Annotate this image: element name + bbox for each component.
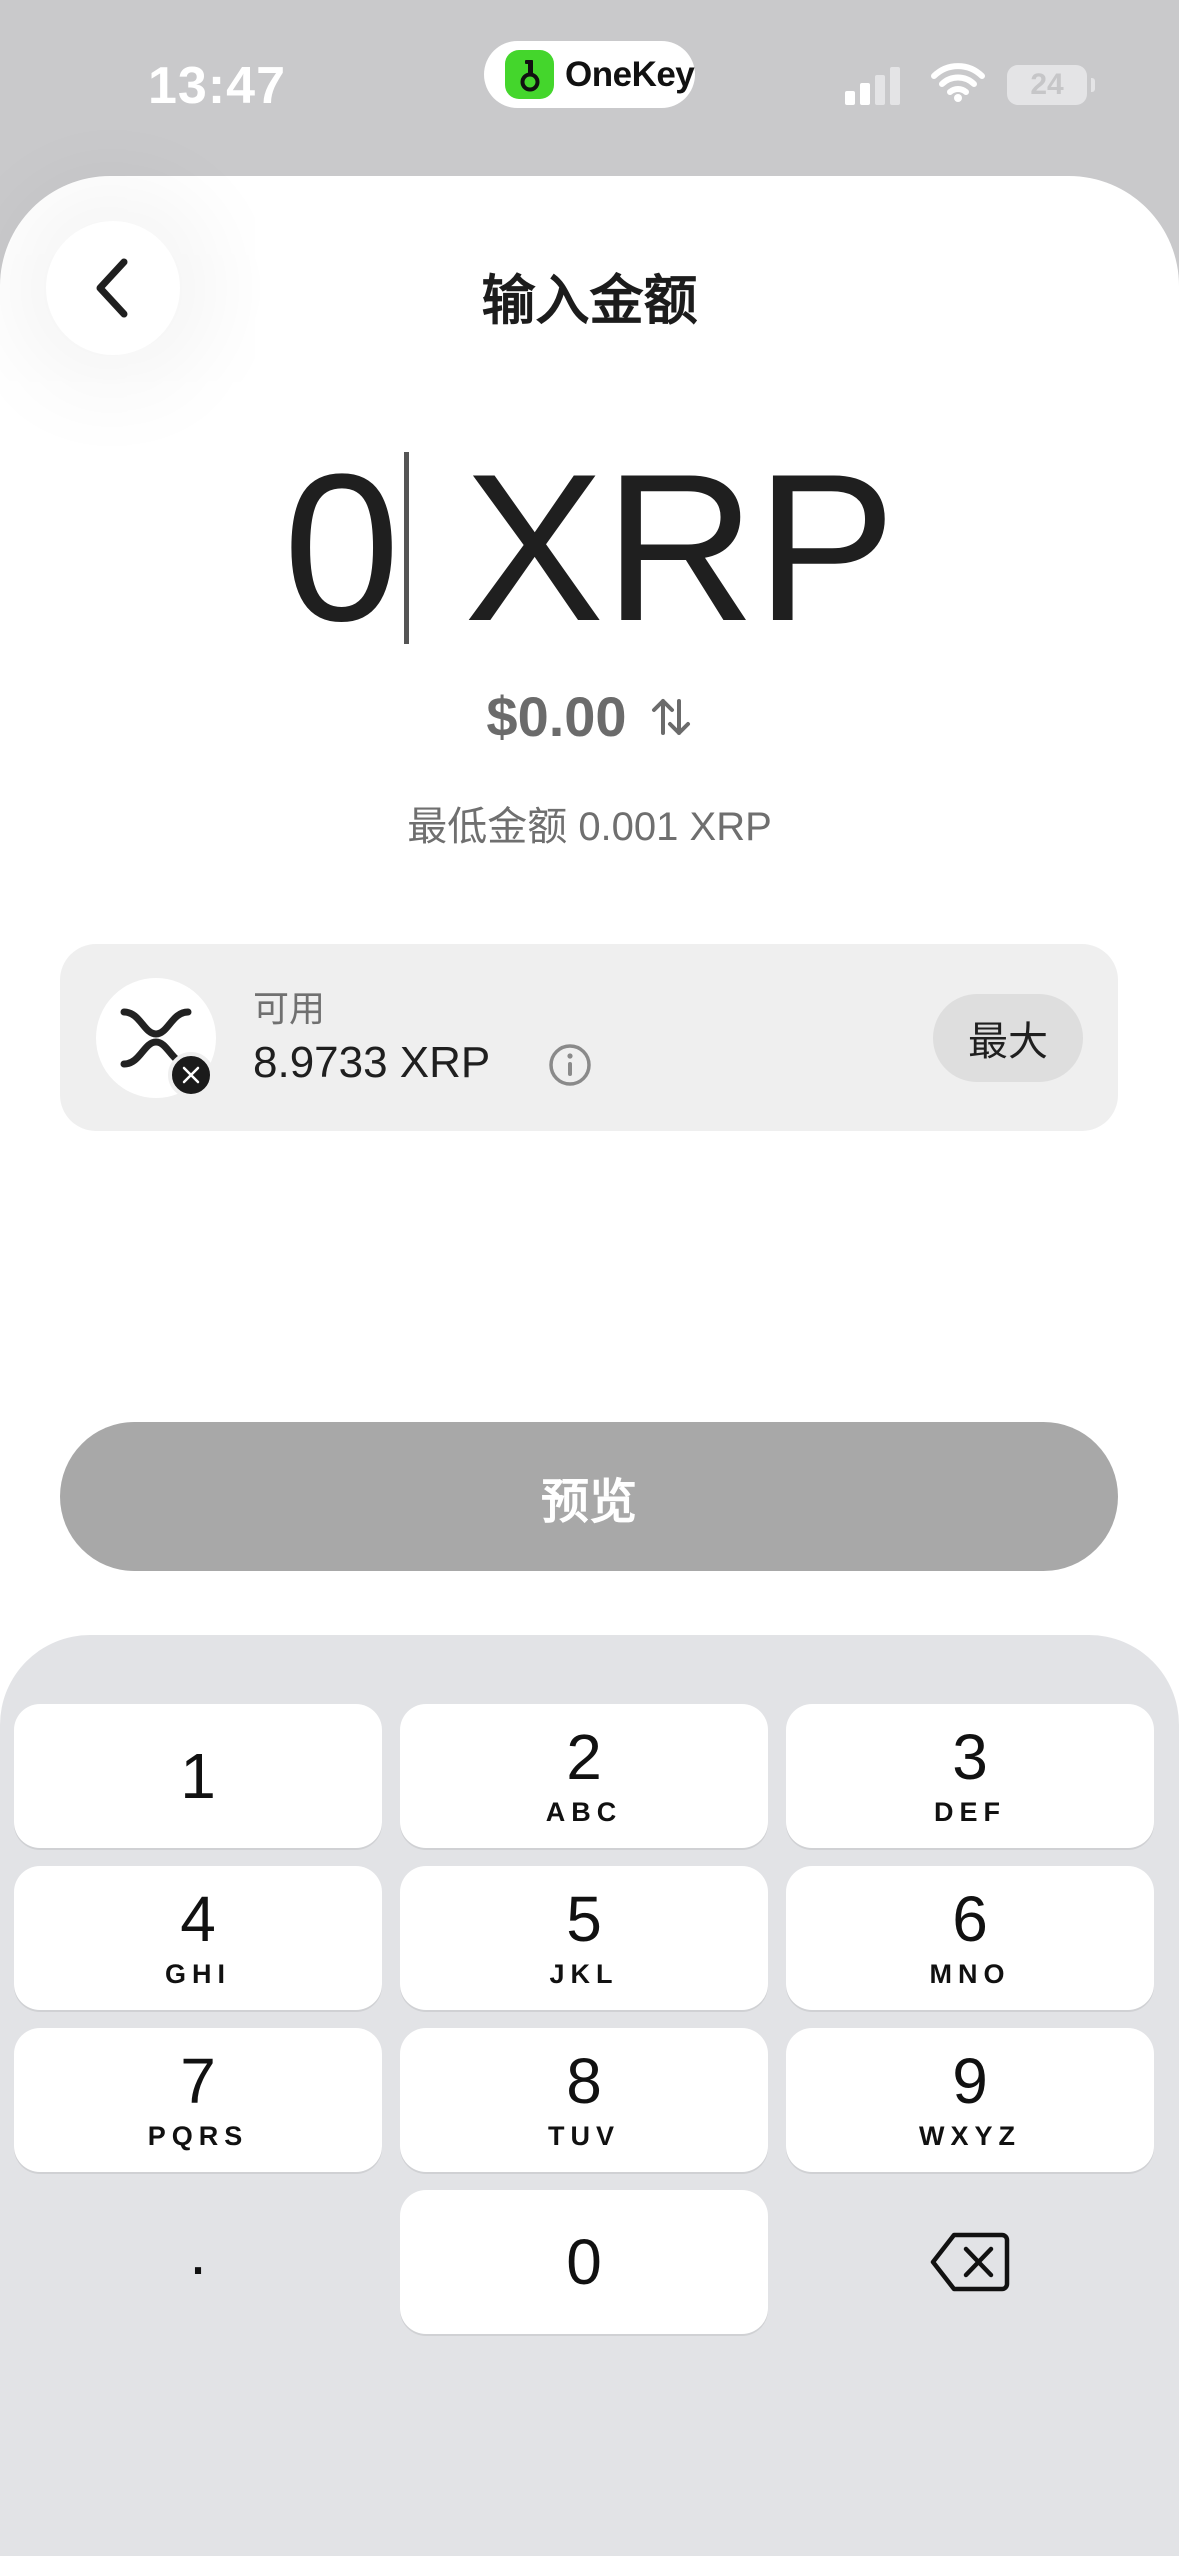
preview-button[interactable]: 预览 <box>60 1422 1118 1571</box>
key-letters: PQRS <box>147 2120 249 2151</box>
key-letters: TUV <box>548 2120 620 2151</box>
brand-name: OneKey <box>565 54 695 94</box>
key-4[interactable]: 4 GHI <box>14 1866 382 2010</box>
key-digit: 6 <box>952 1882 988 1955</box>
backspace-icon <box>930 2232 1010 2292</box>
key-3[interactable]: 3 DEF <box>786 1704 1154 1848</box>
available-value: 8.9733 XRP <box>253 1038 491 1087</box>
text-caret <box>404 452 409 644</box>
key-2[interactable]: 2 ABC <box>400 1704 768 1848</box>
max-button[interactable]: 最大 <box>933 994 1083 1082</box>
brand-pill: OneKey <box>484 41 695 108</box>
numeric-keypad: 1 2 ABC 3 DEF 4 GHI 5 JKL 6 MNO 7 PQRS 8… <box>0 1635 1179 2556</box>
available-label: 可用 <box>253 988 326 1029</box>
key-letters: MNO <box>929 1958 1011 1989</box>
key-backspace[interactable] <box>786 2190 1154 2334</box>
amount-unit: XRP <box>464 430 896 665</box>
minimum-amount-note: 最低金额 0.001 XRP <box>407 805 772 849</box>
fiat-toggle[interactable]: $0.00 <box>0 684 1179 749</box>
xrp-chain-badge-icon <box>168 1052 214 1098</box>
key-digit: . <box>189 2216 207 2288</box>
key-1[interactable]: 1 <box>14 1704 382 1848</box>
key-digit: 5 <box>566 1882 602 1955</box>
key-8[interactable]: 8 TUV <box>400 2028 768 2172</box>
amount-input[interactable]: 0 XRP <box>0 443 1179 653</box>
key-7[interactable]: 7 PQRS <box>14 2028 382 2172</box>
key-digit: 3 <box>952 1720 988 1793</box>
screen: 13:47 OneKey 24 输入金额 0 XRP $0.00 最低金额 0.… <box>0 0 1179 2556</box>
key-digit: 4 <box>180 1882 216 1955</box>
battery-indicator: 24 <box>1007 64 1095 105</box>
status-icons: 24 <box>845 62 1095 107</box>
fiat-value: $0.00 <box>486 685 627 748</box>
page-title: 输入金额 <box>481 271 698 331</box>
amount-value: 0 <box>283 430 400 665</box>
key-digit: 2 <box>566 1720 602 1793</box>
status-time: 13:47 <box>148 57 286 115</box>
info-icon[interactable] <box>547 1042 593 1088</box>
key-digit: 0 <box>566 2226 602 2298</box>
key-decimal[interactable]: . <box>14 2190 382 2334</box>
key-6[interactable]: 6 MNO <box>786 1866 1154 2010</box>
key-5[interactable]: 5 JKL <box>400 1866 768 2010</box>
key-letters: GHI <box>164 1958 231 1989</box>
key-9[interactable]: 9 WXYZ <box>786 2028 1154 2172</box>
key-letters: WXYZ <box>919 2120 1021 2151</box>
onekey-logo-icon <box>505 50 554 99</box>
key-letters: ABC <box>545 1796 623 1827</box>
key-digit: 9 <box>952 2044 988 2117</box>
key-0[interactable]: 0 <box>400 2190 768 2334</box>
available-balance-card: 可用 8.9733 XRP 最大 <box>60 944 1118 1131</box>
key-letters: JKL <box>549 1958 619 1989</box>
swap-vertical-icon <box>649 695 693 739</box>
key-letters: DEF <box>934 1796 1006 1827</box>
cellular-signal-icon <box>845 65 905 105</box>
wifi-icon <box>931 62 985 107</box>
key-digit: 1 <box>180 1740 216 1812</box>
key-digit: 8 <box>566 2044 602 2117</box>
key-digit: 7 <box>180 2044 216 2117</box>
